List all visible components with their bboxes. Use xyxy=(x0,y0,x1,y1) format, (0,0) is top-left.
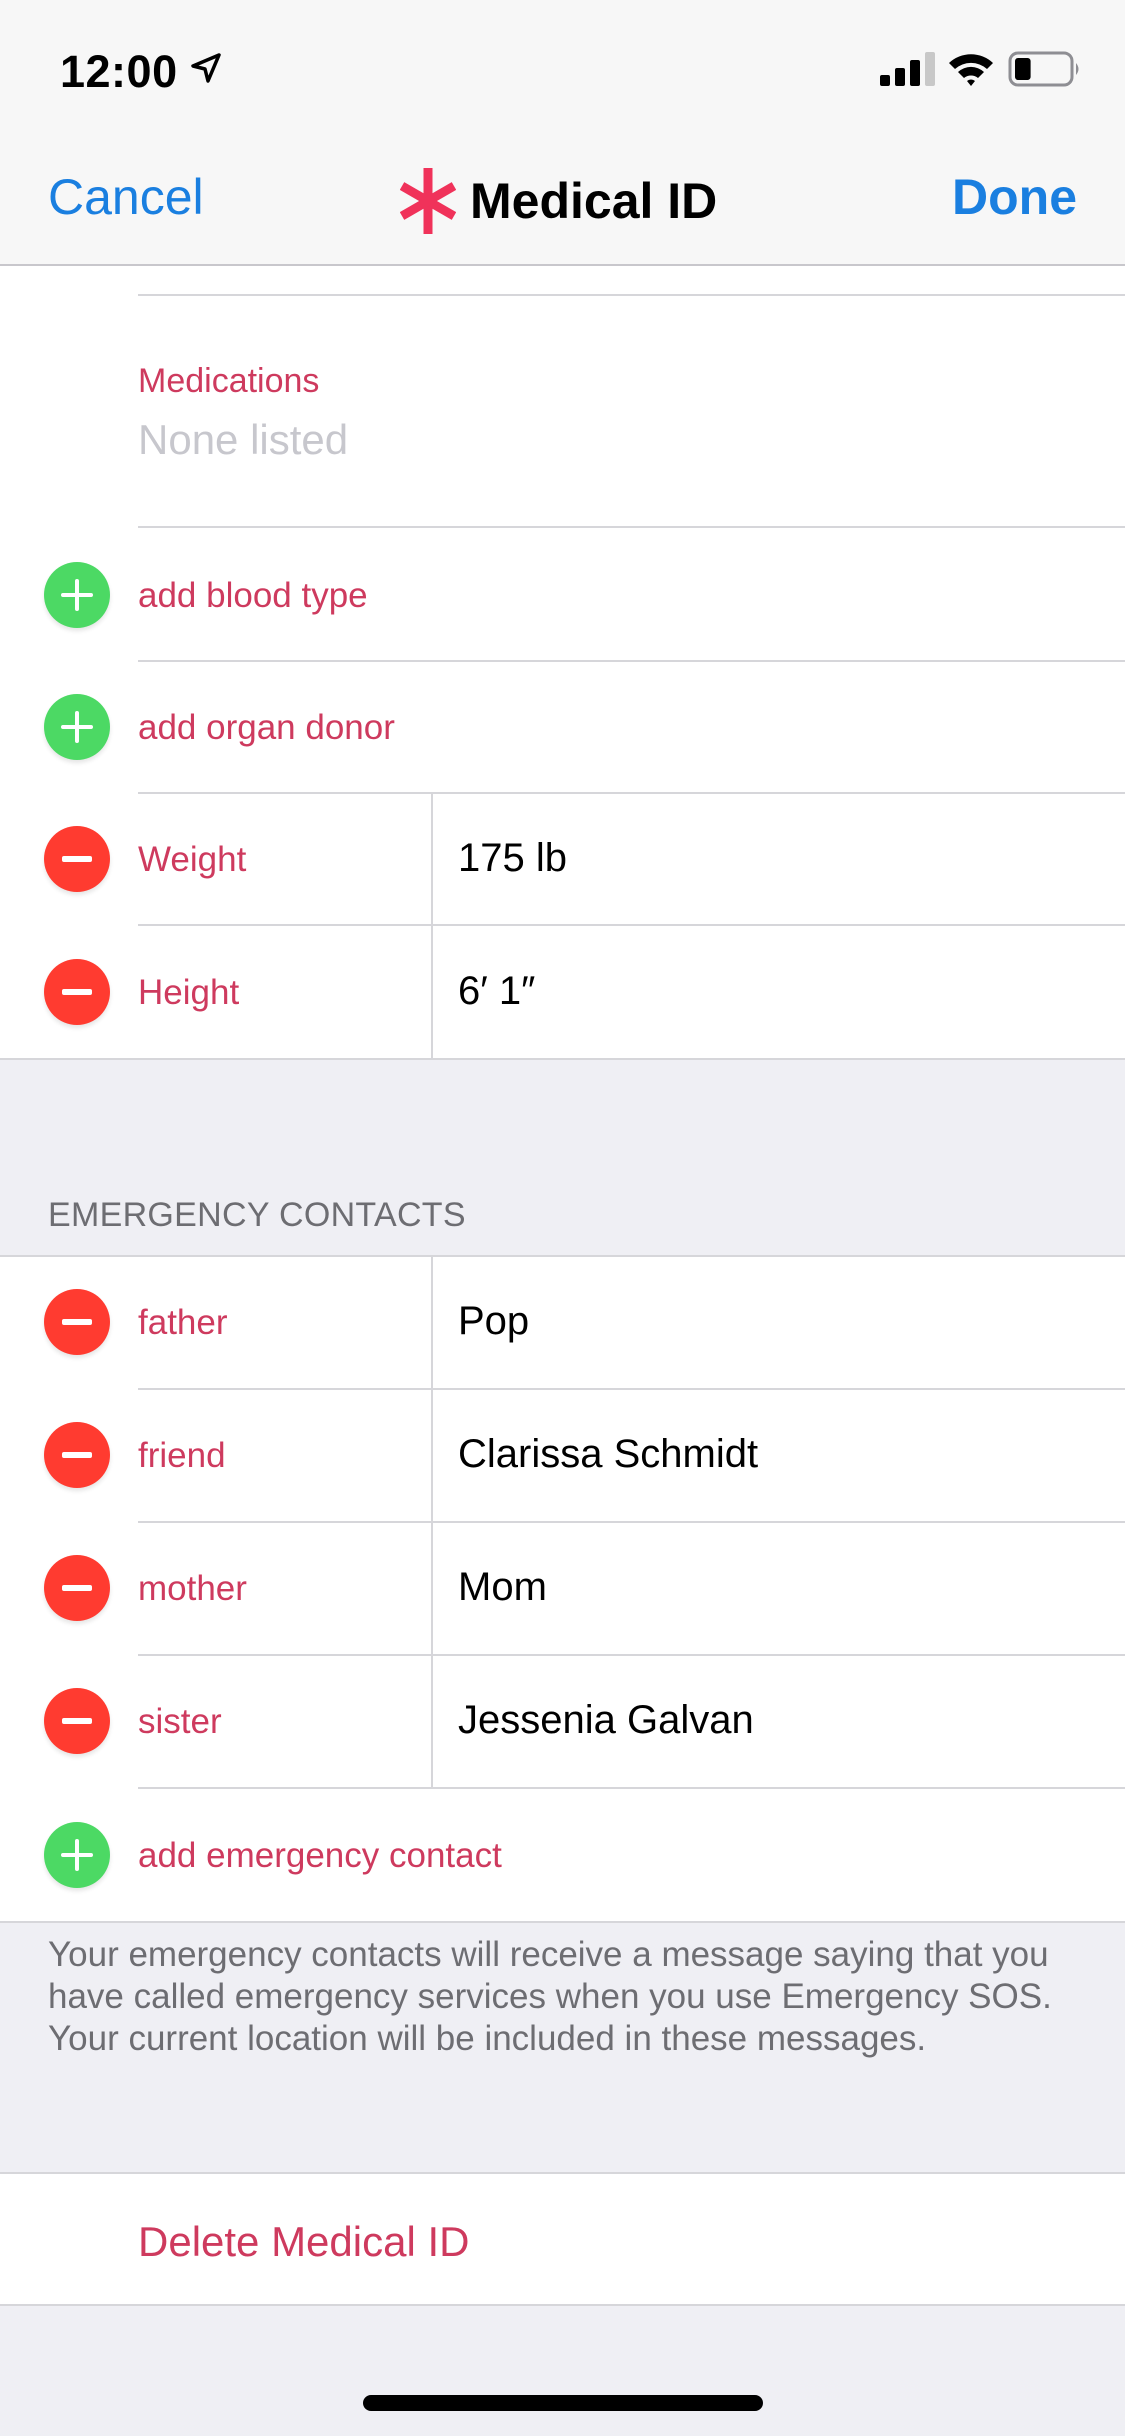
contact-relationship[interactable]: mother xyxy=(138,1571,247,1606)
battery-icon xyxy=(1008,51,1079,87)
contact-relationship[interactable]: friend xyxy=(138,1438,226,1473)
page-title-text: Medical ID xyxy=(470,173,718,229)
signal-bar xyxy=(925,52,935,86)
location-arrow-icon xyxy=(191,53,221,83)
cellular-signal-icon xyxy=(880,52,935,86)
weight-value[interactable]: 175 lb xyxy=(458,838,567,878)
delete-section: Delete Medical ID xyxy=(0,2172,1125,2306)
contact-name[interactable]: Clarissa Schmidt xyxy=(458,1434,758,1474)
remove-circle-icon[interactable] xyxy=(44,1688,110,1754)
remove-circle-icon[interactable] xyxy=(44,959,110,1025)
emergency-contacts-header: EMERGENCY CONTACTS xyxy=(48,1196,466,1234)
add-circle-icon[interactable] xyxy=(44,694,110,760)
remove-circle-icon[interactable] xyxy=(44,826,110,892)
cancel-button[interactable]: Cancel xyxy=(48,168,204,226)
delete-medical-id-button[interactable]: Delete Medical ID xyxy=(138,2218,469,2266)
done-button[interactable]: Done xyxy=(952,168,1077,226)
medical-asterisk-icon xyxy=(400,168,456,234)
navigation-bar: 12:00 Cancel Medical ID Done xyxy=(0,0,1125,266)
contact-name[interactable]: Mom xyxy=(458,1567,547,1607)
column-divider xyxy=(431,794,433,1058)
medications-label: Medications xyxy=(138,362,320,400)
separator xyxy=(138,1388,1125,1390)
contact-name[interactable]: Pop xyxy=(458,1301,529,1341)
medical-info-section: Medications None listed add blood type a… xyxy=(0,266,1125,1060)
contact-name[interactable]: Jessenia Galvan xyxy=(458,1700,754,1740)
separator xyxy=(138,792,1125,794)
wifi-icon xyxy=(949,54,993,86)
signal-bar xyxy=(910,60,920,86)
contact-relationship[interactable]: sister xyxy=(138,1704,222,1739)
add-circle-icon[interactable] xyxy=(44,1822,110,1888)
add-circle-icon[interactable] xyxy=(44,562,110,628)
page-title: Medical ID xyxy=(400,166,717,236)
add-emergency-contact-label[interactable]: add emergency contact xyxy=(138,1838,502,1873)
weight-label: Weight xyxy=(138,840,247,879)
emergency-contacts-section: father Pop friend Clarissa Schmidt mothe… xyxy=(0,1255,1125,1923)
height-label: Height xyxy=(138,973,240,1012)
emergency-contacts-footer: Your emergency contacts will receive a m… xyxy=(48,1935,1052,2058)
signal-bar xyxy=(880,75,890,86)
separator xyxy=(138,660,1125,662)
remove-circle-icon[interactable] xyxy=(44,1289,110,1355)
separator xyxy=(138,1787,1125,1789)
separator xyxy=(138,294,1125,296)
separator xyxy=(138,1521,1125,1523)
separator xyxy=(138,1654,1125,1656)
separator xyxy=(138,924,1125,926)
height-value[interactable]: 6′ 1″ xyxy=(458,971,535,1011)
remove-circle-icon[interactable] xyxy=(44,1422,110,1488)
medications-value[interactable]: None listed xyxy=(138,416,348,464)
separator xyxy=(138,526,1125,528)
signal-bar xyxy=(895,68,905,86)
add-blood-type-label[interactable]: add blood type xyxy=(138,578,368,613)
column-divider xyxy=(431,1257,433,1788)
home-indicator[interactable] xyxy=(363,2395,763,2411)
remove-circle-icon[interactable] xyxy=(44,1555,110,1621)
status-time: 12:00 xyxy=(60,46,178,97)
contact-relationship[interactable]: father xyxy=(138,1305,228,1340)
add-organ-donor-label[interactable]: add organ donor xyxy=(138,710,395,745)
